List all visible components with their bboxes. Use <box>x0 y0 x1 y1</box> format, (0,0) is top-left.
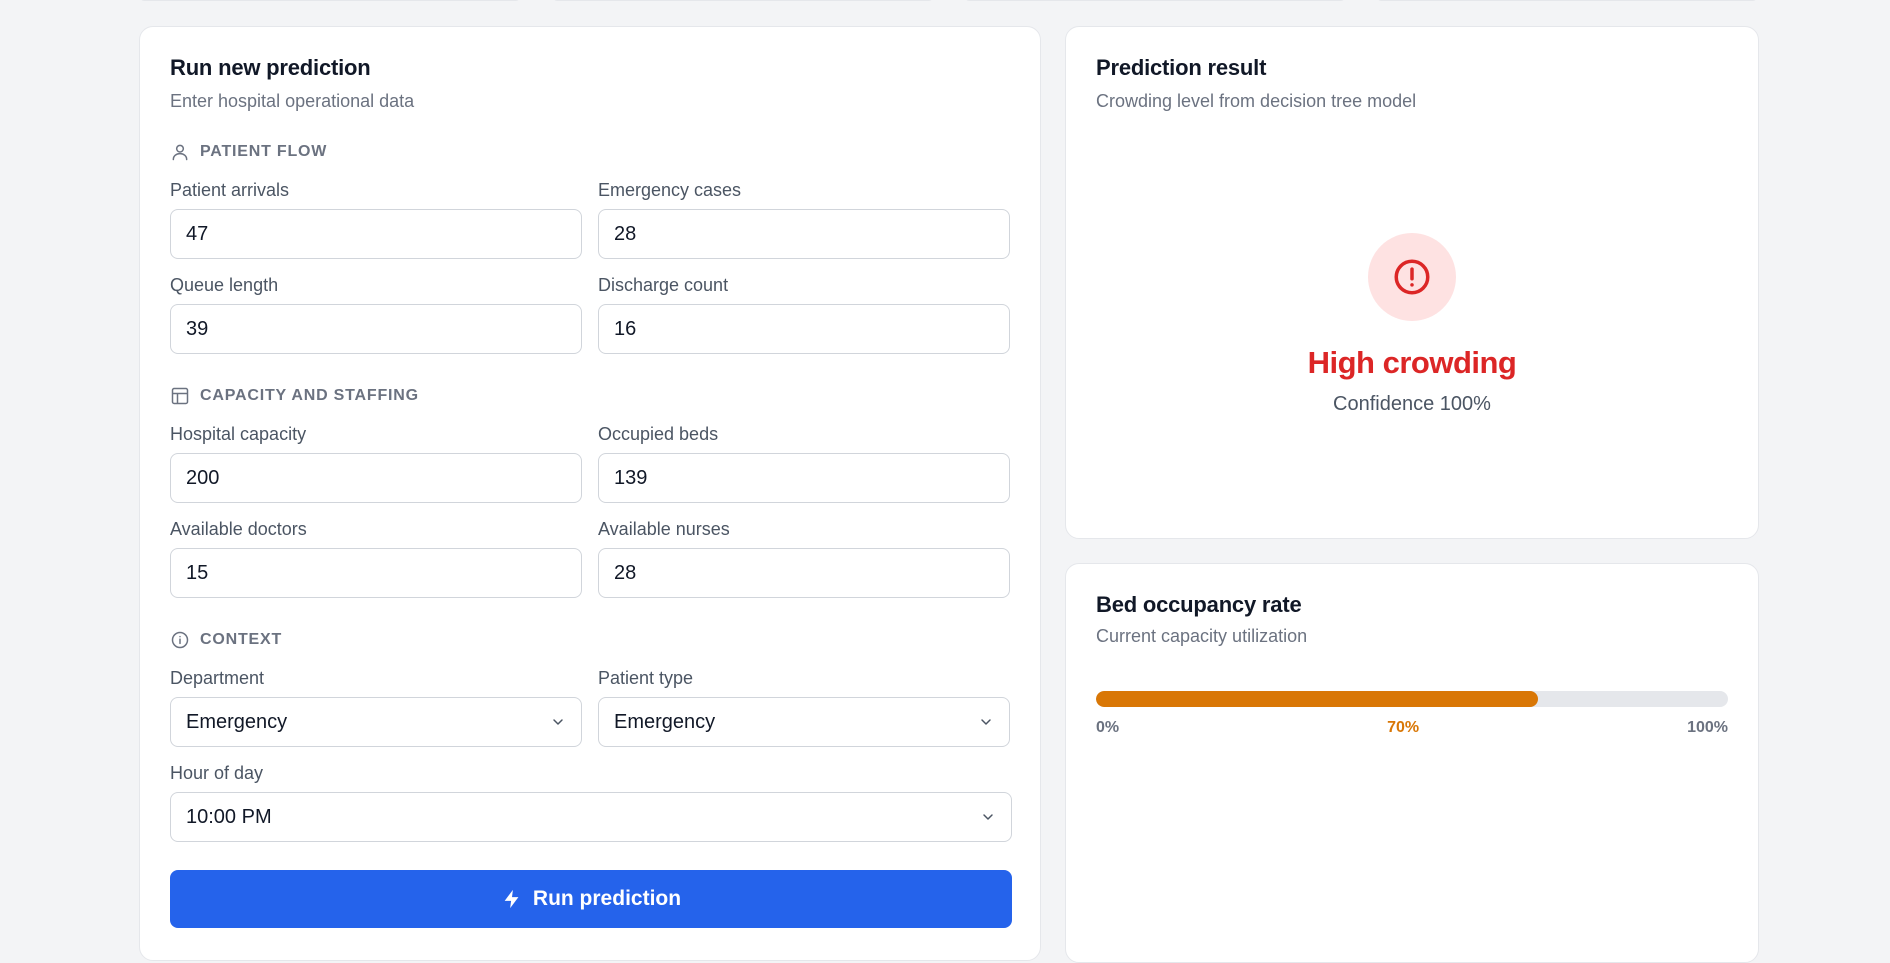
confidence-text: Confidence 100% <box>1333 393 1491 415</box>
chevron-down-icon <box>983 814 993 820</box>
emergency-cases-input[interactable]: 28 <box>598 209 1010 259</box>
field-label: Patient type <box>598 668 694 688</box>
field-label: Queue length <box>170 275 279 295</box>
field-label: Occupied beds <box>598 424 719 444</box>
run-button-label: Run prediction <box>532 887 682 910</box>
bed-occupancy-card: Bed occupancy rate Current capacity util… <box>1065 563 1759 963</box>
top-stat-cards <box>0 0 1890 2</box>
field-hospital-capacity: Hospital capacity 200 <box>170 424 582 503</box>
field-queue-length: Queue length 39 <box>170 275 582 354</box>
field-label: Patient arrivals <box>170 180 290 200</box>
result-summary: High crowding Confidence 100% <box>1066 233 1758 416</box>
field-discharge-count: Discharge count 16 <box>598 275 1010 354</box>
result-subtitle: Crowding level from decision tree model <box>1096 91 1417 111</box>
discharge-count-input[interactable]: 16 <box>598 304 1010 354</box>
layout-icon <box>171 387 189 405</box>
scale-value-label: 70% <box>1387 719 1420 736</box>
section-label: PATIENT FLOW <box>200 143 328 160</box>
field-label: Emergency cases <box>598 180 742 200</box>
occupancy-title: Bed occupancy rate <box>1096 592 1302 617</box>
occupancy-progress-fill <box>1096 691 1539 707</box>
alert-circle-icon <box>1394 259 1430 295</box>
available-nurses-input[interactable]: 28 <box>598 548 1010 598</box>
stat-card <box>1376 0 1758 1</box>
run-prediction-button[interactable]: Run prediction <box>170 870 1012 928</box>
user-icon <box>172 144 188 161</box>
queue-length-input[interactable]: 39 <box>170 304 582 354</box>
section-label: CONTEXT <box>200 631 283 648</box>
section-capacity: CAPACITY AND STAFFING <box>170 386 1010 406</box>
occupancy-progress-bar <box>1096 691 1728 707</box>
prediction-form-card: Run new prediction Enter hospital operat… <box>139 26 1041 961</box>
prediction-result-card: Prediction result Crowding level from de… <box>1065 26 1759 539</box>
section-label: CAPACITY AND STAFFING <box>200 387 419 404</box>
available-doctors-input[interactable]: 15 <box>170 548 582 598</box>
hour-of-day-select[interactable]: 10:00 PM <box>170 792 1012 842</box>
stat-card <box>139 0 521 1</box>
scale-min-label: 0% <box>1096 719 1120 736</box>
chevron-down-icon <box>553 719 563 725</box>
hospital-capacity-input[interactable]: 200 <box>170 453 582 503</box>
form-title: Run new prediction <box>170 55 371 80</box>
stat-card <box>964 0 1346 1</box>
field-label: Available nurses <box>598 519 730 539</box>
occupancy-scale: 0% 70% 100% <box>1096 719 1728 737</box>
field-occupied-beds: Occupied beds 139 <box>598 424 1010 503</box>
field-patient-arrivals: Patient arrivals 47 <box>170 180 582 259</box>
result-title: Prediction result <box>1096 55 1267 80</box>
select-value: 10:00 PM <box>186 805 272 828</box>
stat-card <box>552 0 934 1</box>
section-context: CONTEXT <box>170 630 1010 650</box>
alert-badge <box>1368 233 1456 321</box>
info-icon <box>171 631 189 649</box>
field-label: Hour of day <box>170 763 264 783</box>
occupancy-subtitle: Current capacity utilization <box>1096 626 1308 646</box>
field-available-nurses: Available nurses 28 <box>598 519 1010 598</box>
field-department: Department Emergency <box>170 668 582 747</box>
department-select[interactable]: Emergency <box>170 697 582 747</box>
field-label: Hospital capacity <box>170 424 307 444</box>
field-label: Discharge count <box>598 275 729 295</box>
select-value: Emergency <box>614 710 716 733</box>
patient-type-select[interactable]: Emergency <box>598 697 1010 747</box>
field-hour-of-day: Hour of day 10:00 PM <box>170 763 1012 842</box>
bolt-icon <box>504 889 519 909</box>
field-label: Available doctors <box>170 519 307 539</box>
patient-arrivals-input[interactable]: 47 <box>170 209 582 259</box>
field-patient-type: Patient type Emergency <box>598 668 1010 747</box>
crowding-level: High crowding <box>1307 345 1517 380</box>
occupied-beds-input[interactable]: 139 <box>598 453 1010 503</box>
select-value: Emergency <box>186 710 288 733</box>
scale-max-label: 100% <box>1687 719 1728 736</box>
chevron-down-icon <box>981 719 991 725</box>
field-emergency-cases: Emergency cases 28 <box>598 180 1010 259</box>
form-subtitle: Enter hospital operational data <box>170 91 415 111</box>
field-available-doctors: Available doctors 15 <box>170 519 582 598</box>
field-label: Department <box>170 668 265 688</box>
section-patient-flow: PATIENT FLOW <box>170 142 1010 162</box>
